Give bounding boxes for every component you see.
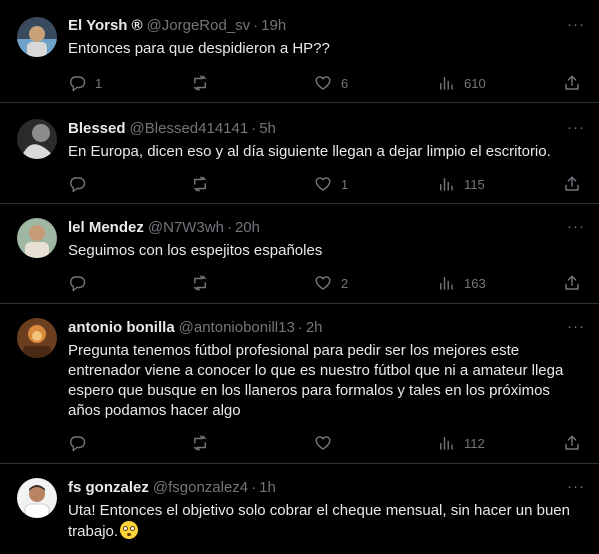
tweet-text-wrapper: Uta! Entonces el objetivo solo cobrar el…: [68, 501, 585, 542]
reply-tweet[interactable]: Blessed @Blessed414141 · 5h ··· En Europ…: [0, 103, 599, 204]
timestamp[interactable]: 1h: [259, 478, 276, 498]
separator-dot: ·: [297, 319, 303, 336]
more-icon[interactable]: ···: [567, 318, 585, 335]
share-icon: [565, 75, 579, 90]
reply-button[interactable]: 1: [68, 73, 102, 93]
like-icon: [315, 76, 331, 90]
reply-button[interactable]: [68, 433, 86, 453]
like-icon: [315, 436, 331, 450]
like-count: 2: [341, 275, 349, 291]
repost-button[interactable]: [191, 273, 209, 293]
view-count: 115: [464, 176, 485, 192]
views-icon: [440, 77, 453, 90]
reply-tweet[interactable]: antonio bonilla @antoniobonill13 · 2h ··…: [0, 304, 599, 464]
avatar-image: [17, 478, 57, 518]
avatar[interactable]: [17, 218, 57, 258]
share-icon: [565, 176, 579, 191]
timestamp[interactable]: 2h: [306, 318, 323, 338]
like-button[interactable]: 1: [314, 174, 348, 194]
views-icon: [440, 277, 453, 290]
repost-button[interactable]: [191, 433, 209, 453]
like-count: 6: [341, 75, 349, 91]
author-handle[interactable]: @fsgonzalez4: [153, 478, 248, 498]
share-icon: [565, 435, 579, 450]
views-button[interactable]: 610: [437, 73, 486, 93]
views-button[interactable]: 115: [437, 174, 485, 194]
reply-count: 1: [95, 75, 103, 91]
tweet-text: Seguimos con los espejitos españoles: [68, 242, 323, 259]
share-button[interactable]: [563, 433, 581, 453]
reply-icon: [70, 76, 86, 92]
share-button[interactable]: [563, 273, 581, 293]
avatar-image: [17, 17, 57, 57]
separator-dot: ·: [251, 479, 257, 496]
tweet-text: En Europa, dicen eso y al día siguiente …: [68, 143, 551, 160]
like-button[interactable]: 6: [314, 73, 348, 93]
timestamp[interactable]: 5h: [259, 119, 276, 139]
like-icon: [315, 177, 331, 191]
author-name[interactable]: El Yorsh: [68, 16, 127, 36]
share-icon: [565, 275, 579, 290]
tweet-text: Entonces para que despidieron a HP??: [68, 40, 330, 57]
avatar-image: [17, 318, 57, 358]
avatar-image: [17, 119, 57, 159]
like-count: 1: [341, 176, 349, 192]
author-handle[interactable]: @N7W3wh: [148, 218, 224, 238]
views-icon: [440, 178, 453, 191]
share-button[interactable]: [563, 174, 581, 194]
reply-tweet[interactable]: El Yorsh ® @JorgeRod_sv · 19h ··· Entonc…: [0, 0, 599, 103]
separator-dot: ·: [226, 219, 232, 236]
reply-button[interactable]: [68, 174, 86, 194]
replies-feed: El Yorsh ® @JorgeRod_sv · 19h ··· Entonc…: [0, 0, 599, 554]
repost-icon: [194, 435, 206, 451]
view-count: 163: [464, 275, 486, 291]
avatar-image: [17, 218, 57, 258]
repost-icon: [194, 176, 206, 192]
like-button[interactable]: 2: [314, 273, 348, 293]
view-count: 112: [464, 435, 485, 451]
author-name[interactable]: fs gonzalez: [68, 478, 149, 498]
reply-icon: [70, 276, 86, 292]
author-name[interactable]: antonio bonilla: [68, 318, 175, 338]
repost-button[interactable]: [191, 73, 209, 93]
separator-dot: ·: [253, 17, 259, 34]
reply-tweet[interactable]: fs gonzalez @fsgonzalez4 · 1h ··· Uta! E…: [0, 464, 599, 554]
more-icon[interactable]: ···: [567, 119, 585, 136]
share-button[interactable]: [563, 73, 581, 93]
reply-icon: [70, 436, 86, 452]
repost-button[interactable]: [191, 174, 209, 194]
author-handle[interactable]: @JorgeRod_sv: [147, 16, 251, 36]
like-icon: [315, 276, 331, 290]
more-icon[interactable]: ···: [567, 16, 585, 33]
reply-tweet[interactable]: lel Mendez @N7W3wh · 20h ··· Seguimos co…: [0, 204, 599, 304]
view-count: 610: [464, 75, 486, 91]
author-handle[interactable]: @Blessed414141: [130, 119, 249, 139]
timestamp[interactable]: 20h: [235, 218, 260, 238]
separator-dot: ·: [251, 120, 257, 137]
avatar[interactable]: [17, 318, 57, 358]
views-icon: [440, 437, 453, 450]
views-button[interactable]: 112: [437, 433, 485, 453]
author-handle[interactable]: @antoniobonill13: [179, 318, 295, 338]
reply-button[interactable]: [68, 273, 86, 293]
avatar[interactable]: [17, 17, 57, 57]
author-name[interactable]: lel Mendez: [68, 218, 144, 238]
views-button[interactable]: 163: [437, 273, 486, 293]
more-icon[interactable]: ···: [567, 478, 585, 495]
timestamp[interactable]: 19h: [261, 16, 286, 36]
like-button[interactable]: [314, 433, 332, 453]
reply-icon: [70, 177, 86, 193]
repost-icon: [194, 275, 206, 291]
more-icon[interactable]: ···: [567, 218, 585, 235]
avatar[interactable]: [17, 478, 57, 518]
repost-icon: [194, 75, 206, 91]
author-name[interactable]: Blessed: [68, 119, 126, 139]
rolling-eyes-emoji-icon: [120, 521, 139, 539]
avatar[interactable]: [17, 119, 57, 159]
tweet-text: Pregunta tenemos fútbol profesional para…: [68, 342, 564, 419]
author-badge: ®: [131, 17, 143, 34]
tweet-text: Uta! Entonces el objetivo solo cobrar el…: [68, 502, 570, 540]
